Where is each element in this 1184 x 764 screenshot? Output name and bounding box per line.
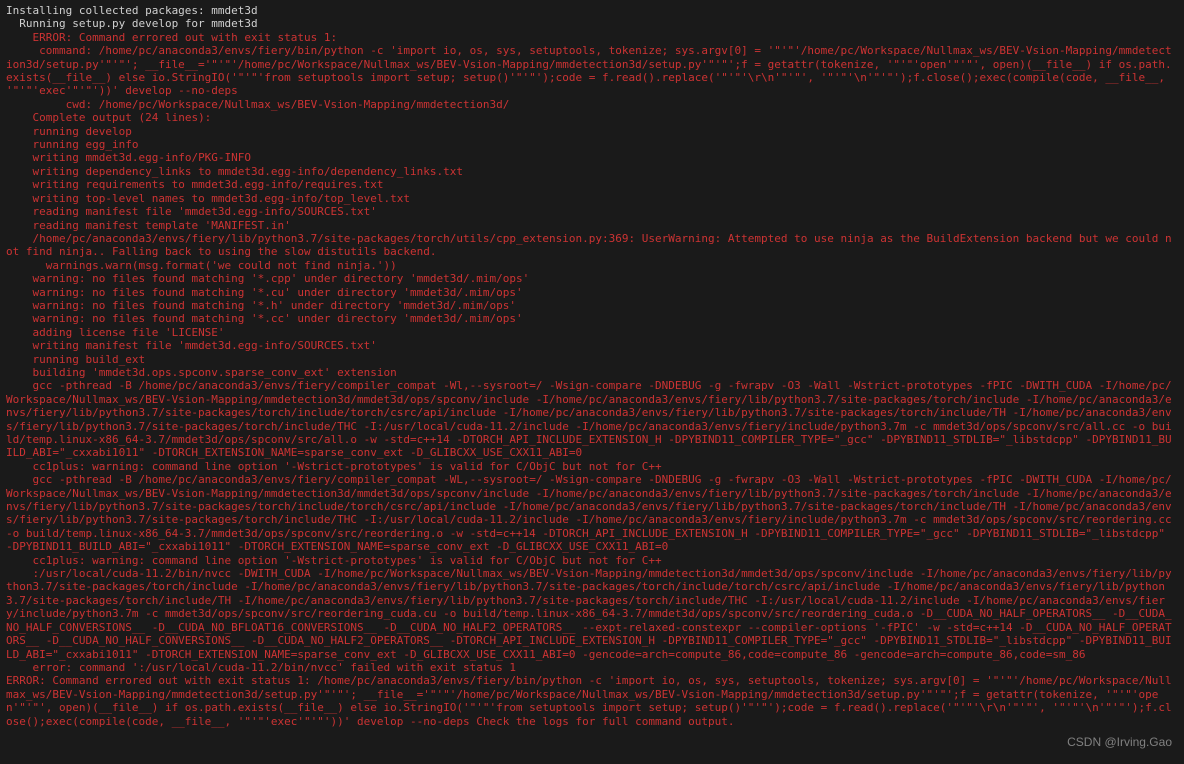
- terminal-line: writing dependency_links to mmdet3d.egg-…: [6, 165, 1178, 178]
- terminal-line: error: command ':/usr/local/cuda-11.2/bi…: [6, 661, 1178, 674]
- terminal-line: adding license file 'LICENSE': [6, 326, 1178, 339]
- watermark-text: CSDN @Irving.Gao: [1067, 735, 1172, 750]
- terminal-line: warning: no files found matching '*.cu' …: [6, 286, 1178, 299]
- terminal-line: warnings.warn(msg.format('we could not f…: [6, 259, 1178, 272]
- terminal-line: running egg_info: [6, 138, 1178, 151]
- terminal-line: /home/pc/anaconda3/envs/fiery/lib/python…: [6, 232, 1178, 259]
- terminal-line: writing top-level names to mmdet3d.egg-i…: [6, 192, 1178, 205]
- terminal-line: ERROR: Command errored out with exit sta…: [6, 674, 1178, 728]
- terminal-line: reading manifest template 'MANIFEST.in': [6, 219, 1178, 232]
- terminal-line: warning: no files found matching '*.cc' …: [6, 312, 1178, 325]
- terminal-line: cwd: /home/pc/Workspace/Nullmax_ws/BEV-V…: [6, 98, 1178, 111]
- terminal-line: writing manifest file 'mmdet3d.egg-info/…: [6, 339, 1178, 352]
- terminal-line: writing requirements to mmdet3d.egg-info…: [6, 178, 1178, 191]
- terminal-line: warning: no files found matching '*.h' u…: [6, 299, 1178, 312]
- terminal-line: Complete output (24 lines):: [6, 111, 1178, 124]
- terminal-output[interactable]: Installing collected packages: mmdet3d R…: [6, 4, 1178, 728]
- terminal-line: Installing collected packages: mmdet3d: [6, 4, 1178, 17]
- terminal-line: :/usr/local/cuda-11.2/bin/nvcc -DWITH_CU…: [6, 567, 1178, 661]
- terminal-line: gcc -pthread -B /home/pc/anaconda3/envs/…: [6, 473, 1178, 553]
- terminal-line: running develop: [6, 125, 1178, 138]
- terminal-line: ERROR: Command errored out with exit sta…: [6, 31, 1178, 44]
- terminal-line: Running setup.py develop for mmdet3d: [6, 17, 1178, 30]
- terminal-line: running build_ext: [6, 353, 1178, 366]
- terminal-line: command: /home/pc/anaconda3/envs/fiery/b…: [6, 44, 1178, 98]
- terminal-line: cc1plus: warning: command line option '-…: [6, 554, 1178, 567]
- terminal-line: gcc -pthread -B /home/pc/anaconda3/envs/…: [6, 379, 1178, 459]
- terminal-line: reading manifest file 'mmdet3d.egg-info/…: [6, 205, 1178, 218]
- terminal-line: cc1plus: warning: command line option '-…: [6, 460, 1178, 473]
- terminal-line: building 'mmdet3d.ops.spconv.sparse_conv…: [6, 366, 1178, 379]
- terminal-line: writing mmdet3d.egg-info/PKG-INFO: [6, 151, 1178, 164]
- terminal-line: warning: no files found matching '*.cpp'…: [6, 272, 1178, 285]
